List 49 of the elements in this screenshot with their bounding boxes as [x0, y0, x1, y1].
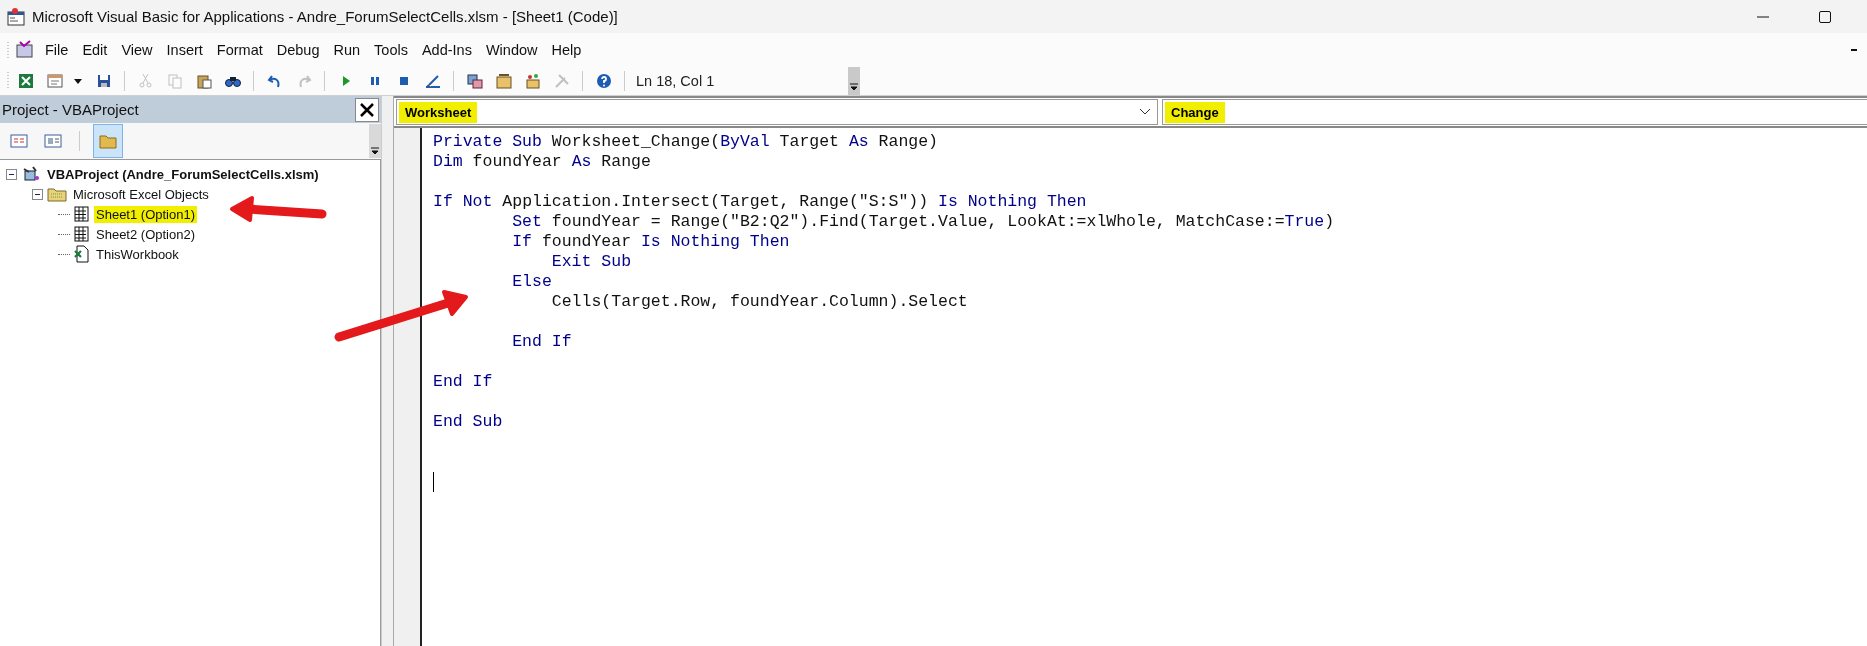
toolbar-options-icon[interactable]: [848, 67, 860, 95]
scroll-icon[interactable]: [369, 124, 381, 158]
tree-item[interactable]: Sheet1 (Option1): [94, 205, 197, 223]
code-line: Set foundYear = Range("B2:Q2").Find(Target.Value, LookAt:=xlWhole, MatchCase:=True): [511, 212, 1335, 232]
close-button[interactable]: [355, 97, 379, 122]
code-line: Dim foundYear As Range: [433, 152, 652, 172]
folder-icon: [47, 186, 67, 202]
object-dropdown[interactable]: Worksheet: [396, 99, 1158, 125]
vba-icon[interactable]: [14, 38, 36, 61]
text-cursor: [433, 472, 434, 492]
menu-item[interactable]: Insert: [161, 41, 208, 58]
sheet-icon: [74, 225, 90, 243]
collapse-icon[interactable]: [32, 188, 43, 200]
workbook-icon: [74, 245, 90, 263]
grip-icon: [6, 40, 10, 59]
sheet-icon: [74, 205, 90, 223]
tree-item[interactable]: Microsoft Excel Objects: [71, 185, 211, 203]
menu-item[interactable]: Run: [328, 41, 366, 58]
code-line: End Sub: [433, 412, 504, 432]
menu-item[interactable]: File: [40, 41, 74, 58]
code-line: Exit Sub: [550, 252, 633, 272]
tree-item[interactable]: VBAProject (Andre_ForumSelectCells.xlsm): [45, 165, 321, 183]
project-icon: [21, 165, 41, 183]
close-icon: [359, 101, 375, 118]
code-line: If foundYear Is Nothing Then: [511, 232, 791, 252]
code-line: If Not Application.Intersect(Target, Range("S:S")) Is Nothing Then: [433, 192, 1088, 212]
pane-title: Project - VBAProject: [2, 101, 139, 118]
code-line: Cells(Target.Row, foundYear.Column).Select: [550, 292, 969, 312]
cursor-position: Ln 18, Col 1: [635, 72, 716, 89]
app-icon: [6, 6, 26, 27]
maximize-icon[interactable]: [1818, 9, 1832, 24]
menu-item[interactable]: Edit: [77, 41, 113, 58]
tree-item[interactable]: Sheet2 (Option2): [94, 225, 197, 243]
tree-item[interactable]: ThisWorkbook: [94, 245, 181, 263]
menu-item[interactable]: Help: [546, 41, 587, 58]
code-line: End If: [511, 332, 573, 352]
code-line: Private Sub Worksheet_Change(ByVal Target As Range): [433, 132, 939, 152]
code-line: Else: [511, 272, 553, 292]
window-title: Microsoft Visual Basic for Applications - Andre_ForumSelectCells.xlsm - [Sheet1 (Code)]: [32, 8, 618, 25]
collapse-icon[interactable]: [6, 168, 17, 180]
code-line: End If: [433, 372, 494, 392]
menu-item[interactable]: Tools: [369, 41, 413, 58]
menu-item[interactable]: Window: [480, 41, 543, 58]
menu-item[interactable]: Format: [211, 41, 268, 58]
menu-item[interactable]: Debug: [271, 41, 325, 58]
procedure-dropdown[interactable]: Change: [1162, 99, 1867, 125]
menu-item[interactable]: Add-Ins: [416, 41, 477, 58]
chevron-icon: [1139, 108, 1151, 116]
menu-item[interactable]: View: [116, 41, 158, 58]
